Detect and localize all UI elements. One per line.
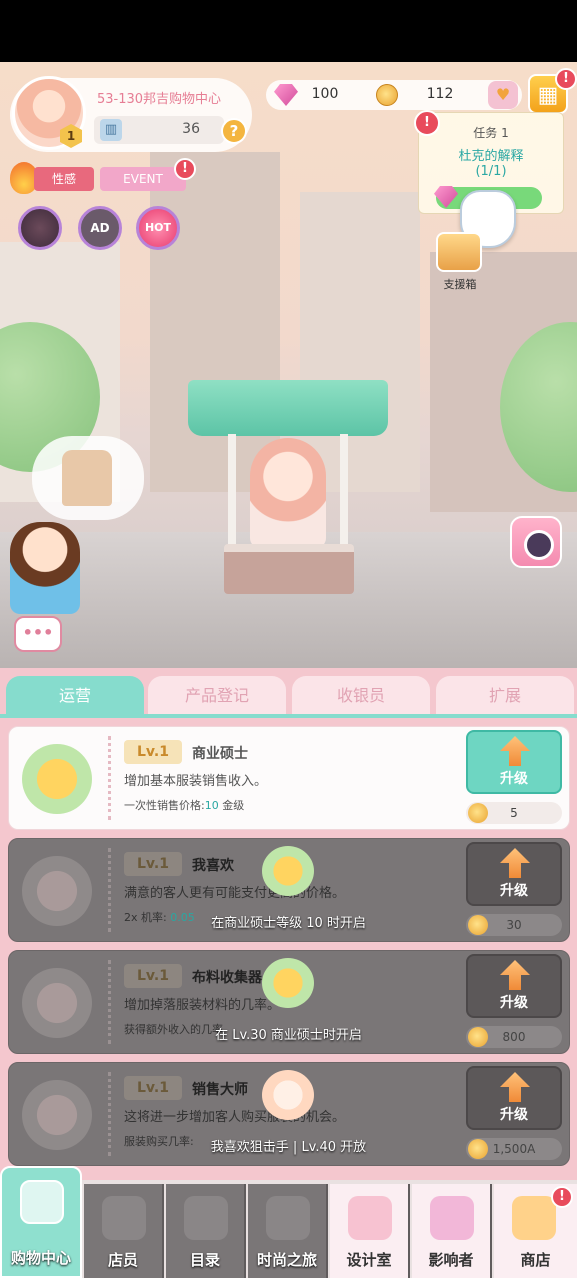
quest-progress: (1/1) <box>475 164 507 179</box>
tab-product-registration[interactable]: 产品登记 <box>148 676 286 716</box>
smile-icon <box>262 1070 314 1120</box>
card-title: 销售大师 <box>192 1082 248 1098</box>
support-box-icon[interactable] <box>436 232 482 272</box>
nav-label: 店员 <box>107 1251 138 1269</box>
mall-name: 53-130邦吉购物中心 <box>97 92 222 107</box>
event-notification-icon: ! <box>174 158 196 180</box>
up-arrow-icon <box>500 848 530 878</box>
up-arrow-icon <box>500 960 530 990</box>
coin-icon <box>468 915 488 935</box>
coin-count: 112 <box>426 86 454 102</box>
camera-icon[interactable] <box>510 516 562 568</box>
card-description: 这将进一步增加客人购买服装的机会。 <box>124 1110 346 1125</box>
upgrade-button: 升级 <box>466 954 562 1018</box>
status-bar <box>0 0 577 62</box>
coin-upgrade-icon <box>262 846 314 896</box>
help-button[interactable]: ? <box>221 118 247 144</box>
shop-notification-icon: ! <box>551 1186 573 1208</box>
card-title: 商业硕士 <box>192 746 248 762</box>
tab-cashier[interactable]: 收银员 <box>292 676 430 716</box>
influencer-icon <box>430 1196 474 1240</box>
upgrade-cost: 800 <box>466 1026 562 1048</box>
coin-icon <box>468 1027 488 1047</box>
card-level: Lv.1 <box>124 1076 182 1100</box>
nav-label: 购物中心 <box>10 1249 71 1267</box>
upgrade-cost: 30 <box>466 914 562 936</box>
card-level: Lv.1 <box>124 740 182 764</box>
lock-icon <box>266 1196 310 1240</box>
lock-icon <box>184 1196 228 1240</box>
coin-upgrade-icon <box>262 958 314 1008</box>
nav-label: 时尚之旅 <box>256 1251 317 1269</box>
stall-pole <box>340 434 348 554</box>
hot-deal-icon[interactable]: HOT <box>136 206 180 250</box>
up-arrow-icon <box>500 736 530 766</box>
nav-fashion-tour[interactable]: 时尚之旅 <box>248 1184 328 1278</box>
card-description: 增加掉落服装材料的几率。 <box>124 998 281 1013</box>
coin-icon <box>376 84 398 106</box>
card-description: 满意的客人更有可能支付更高的价格。 <box>124 886 346 901</box>
event-tag[interactable]: EVENT <box>100 167 186 191</box>
background-building <box>300 192 420 492</box>
character-portrait-icon[interactable] <box>18 206 62 250</box>
divider <box>108 736 111 820</box>
card-stat: 一次性销售价格:10 金级 <box>124 799 245 812</box>
up-arrow-icon <box>500 1072 530 1102</box>
nav-label: 商店 <box>520 1251 551 1269</box>
background-building <box>150 152 280 492</box>
customer-character[interactable] <box>10 522 80 614</box>
card-title: 布料收集器 <box>192 970 262 986</box>
stall-pole <box>228 434 236 554</box>
shopkeeper-character[interactable] <box>250 438 326 548</box>
shopping-bag-icon <box>20 1180 64 1224</box>
shopping-cart-icon <box>512 1196 556 1240</box>
menu-notification-icon: ! <box>555 68 577 90</box>
card-description: 增加基本服装销售收入。 <box>124 774 268 789</box>
upgrade-cost: 5 <box>466 802 562 824</box>
coin-icon <box>468 1139 488 1159</box>
tab-underline <box>0 714 577 718</box>
tab-expansion[interactable]: 扩展 <box>436 676 574 716</box>
nav-label: 目录 <box>189 1251 220 1269</box>
nav-label: 影响者 <box>428 1251 474 1269</box>
chat-button[interactable]: ••• <box>14 616 62 652</box>
support-box-label: 支援箱 <box>443 278 477 291</box>
nav-design-room[interactable]: 设计室 <box>330 1184 410 1278</box>
lock-icon <box>102 1196 146 1240</box>
upgrade-cost: 1,500A <box>466 1138 562 1160</box>
upgrade-button: 升级 <box>466 1066 562 1130</box>
nav-catalog[interactable]: 目录 <box>166 1184 246 1278</box>
sewing-machine-icon <box>348 1196 392 1240</box>
trench-coat-icon <box>62 450 112 506</box>
card-level: Lv.1 <box>124 964 182 988</box>
nav-shopping-mall[interactable]: 购物中心 <box>0 1166 82 1278</box>
style-tag-sexy[interactable]: 性感 <box>34 167 94 191</box>
chart-icon: ▥ <box>100 119 122 141</box>
stall-counter <box>224 544 354 594</box>
nav-label: 设计室 <box>346 1251 392 1269</box>
tab-operations[interactable]: 运营 <box>6 676 144 716</box>
no-ads-icon[interactable]: AD <box>78 206 122 250</box>
quest-title: 任务 1 <box>473 126 509 140</box>
heart-icon[interactable]: ♥ <box>488 81 518 109</box>
upgrade-button[interactable]: 升级 <box>466 730 562 794</box>
quest-name: 杜克的解释 <box>458 149 524 164</box>
nav-staff[interactable]: 店员 <box>84 1184 164 1278</box>
nav-influencer[interactable]: 影响者 <box>412 1184 492 1278</box>
stall-awning <box>188 380 388 436</box>
card-title: 我喜欢 <box>192 858 234 874</box>
gem-count: 100 <box>311 86 339 102</box>
card-level: Lv.1 <box>124 852 182 876</box>
stat-value: 36 <box>182 121 200 137</box>
coin-icon <box>468 803 488 823</box>
coin-upgrade-icon <box>22 744 92 814</box>
upgrade-button: 升级 <box>466 842 562 906</box>
